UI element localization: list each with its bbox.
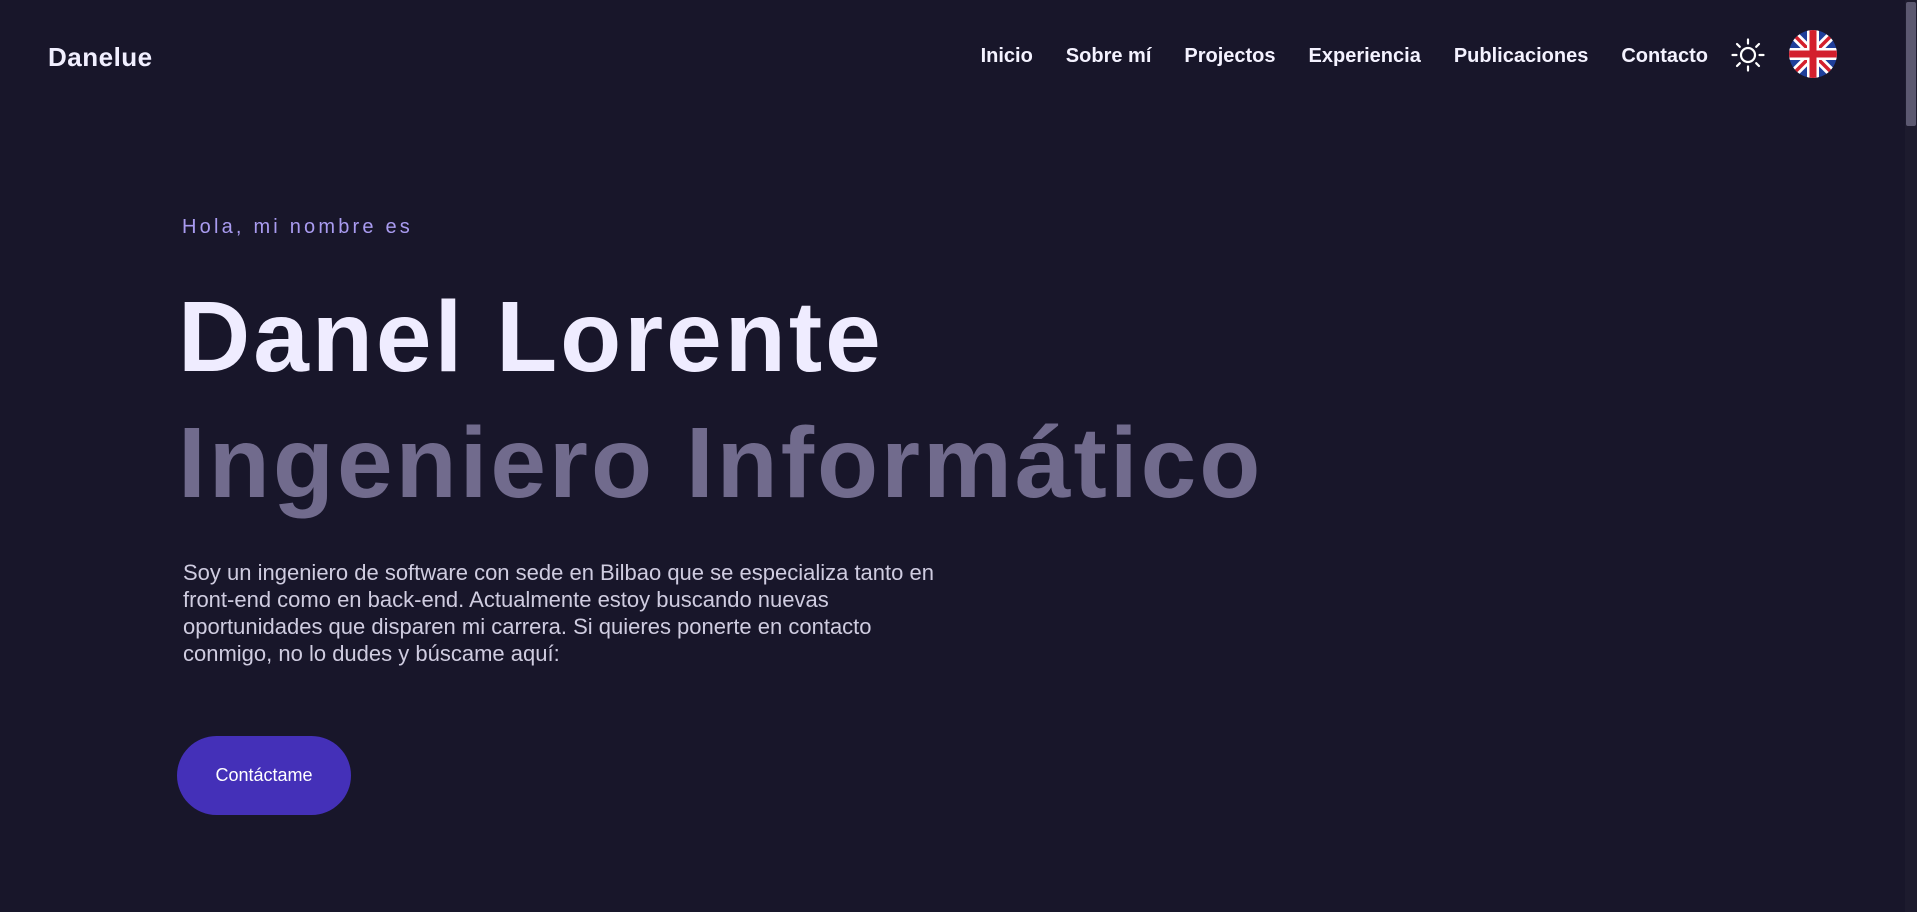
- contact-button[interactable]: Contáctame: [177, 736, 351, 815]
- nav-link-publicaciones[interactable]: Publicaciones: [1454, 45, 1589, 68]
- navbar: Danelue Inicio Sobre mí Projectos Experi…: [0, 0, 1905, 112]
- nav-link-sobre-mi[interactable]: Sobre mí: [1066, 45, 1152, 68]
- portfolio-page: Danelue Inicio Sobre mí Projectos Experi…: [0, 0, 1917, 912]
- hero-description: Soy un ingeniero de software con sede en…: [183, 560, 934, 666]
- nav-link-inicio[interactable]: Inicio: [981, 45, 1033, 68]
- nav-link-projectos[interactable]: Projectos: [1184, 45, 1275, 68]
- nav-link-contacto[interactable]: Contacto: [1621, 45, 1708, 68]
- scrollbar-track[interactable]: [1905, 0, 1917, 912]
- hero-greeting: Hola, mi nombre es: [182, 216, 413, 238]
- hero-role: Ingeniero Informático: [178, 407, 1264, 519]
- nav-links: Inicio Sobre mí Projectos Experiencia Pu…: [948, 42, 1708, 70]
- hero-name: Danel Lorente: [178, 281, 884, 393]
- uk-flag-icon[interactable]: [1789, 30, 1837, 78]
- scrollbar-thumb[interactable]: [1906, 2, 1916, 126]
- sun-icon[interactable]: [1731, 38, 1765, 72]
- nav-link-experiencia[interactable]: Experiencia: [1309, 45, 1421, 68]
- site-logo[interactable]: Danelue: [48, 42, 153, 73]
